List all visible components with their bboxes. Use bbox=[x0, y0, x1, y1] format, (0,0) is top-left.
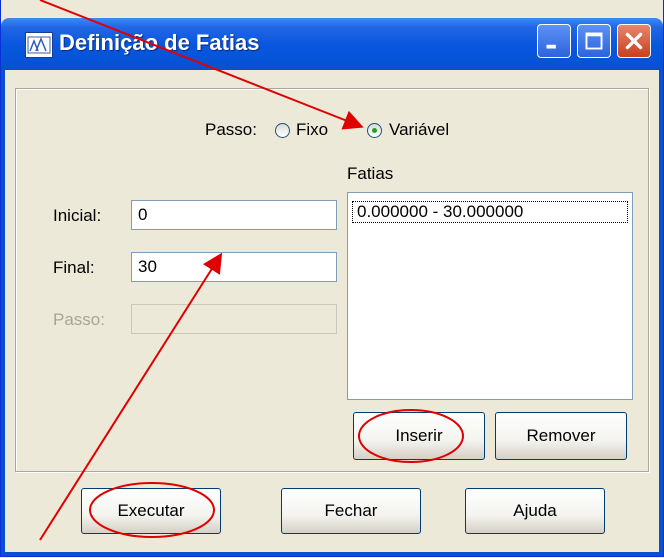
close-icon bbox=[625, 32, 643, 50]
radio-variavel[interactable] bbox=[367, 123, 382, 138]
fatias-listbox[interactable]: 0.000000 - 30.000000 bbox=[347, 192, 633, 400]
final-label: Final: bbox=[53, 258, 95, 277]
window-border-right bbox=[659, 70, 663, 556]
close-button[interactable] bbox=[617, 24, 651, 58]
minimize-icon bbox=[546, 44, 556, 49]
maximize-button[interactable] bbox=[577, 24, 611, 58]
radio-fixo[interactable] bbox=[275, 123, 290, 138]
dialog-window: Definição de Fatias Passo: Fixo Variável… bbox=[0, 0, 664, 557]
window-border-left bbox=[1, 70, 5, 556]
window-border-bottom bbox=[1, 552, 663, 556]
app-icon[interactable] bbox=[25, 32, 53, 58]
fechar-button[interactable]: Fechar bbox=[281, 488, 421, 534]
minimize-button[interactable] bbox=[537, 24, 571, 58]
maximize-icon bbox=[585, 32, 603, 50]
passo-input bbox=[131, 304, 337, 334]
passo-label: Passo: bbox=[53, 310, 105, 329]
passo-mode-label: Passo: bbox=[205, 120, 257, 139]
final-input[interactable]: 30 bbox=[131, 252, 337, 282]
radio-variavel-label[interactable]: Variável bbox=[389, 120, 449, 140]
ajuda-button[interactable]: Ajuda bbox=[465, 488, 605, 534]
window-title: Definição de Fatias bbox=[59, 30, 260, 55]
radio-fixo-label[interactable]: Fixo bbox=[296, 120, 328, 140]
inicial-label: Inicial: bbox=[53, 206, 102, 225]
remover-button[interactable]: Remover bbox=[495, 412, 627, 460]
inicial-input[interactable]: 0 bbox=[131, 200, 337, 230]
list-item[interactable]: 0.000000 - 30.000000 bbox=[352, 201, 628, 223]
fatias-label: Fatias bbox=[347, 164, 394, 183]
executar-button[interactable]: Executar bbox=[81, 488, 221, 534]
inserir-button[interactable]: Inserir bbox=[353, 412, 485, 460]
